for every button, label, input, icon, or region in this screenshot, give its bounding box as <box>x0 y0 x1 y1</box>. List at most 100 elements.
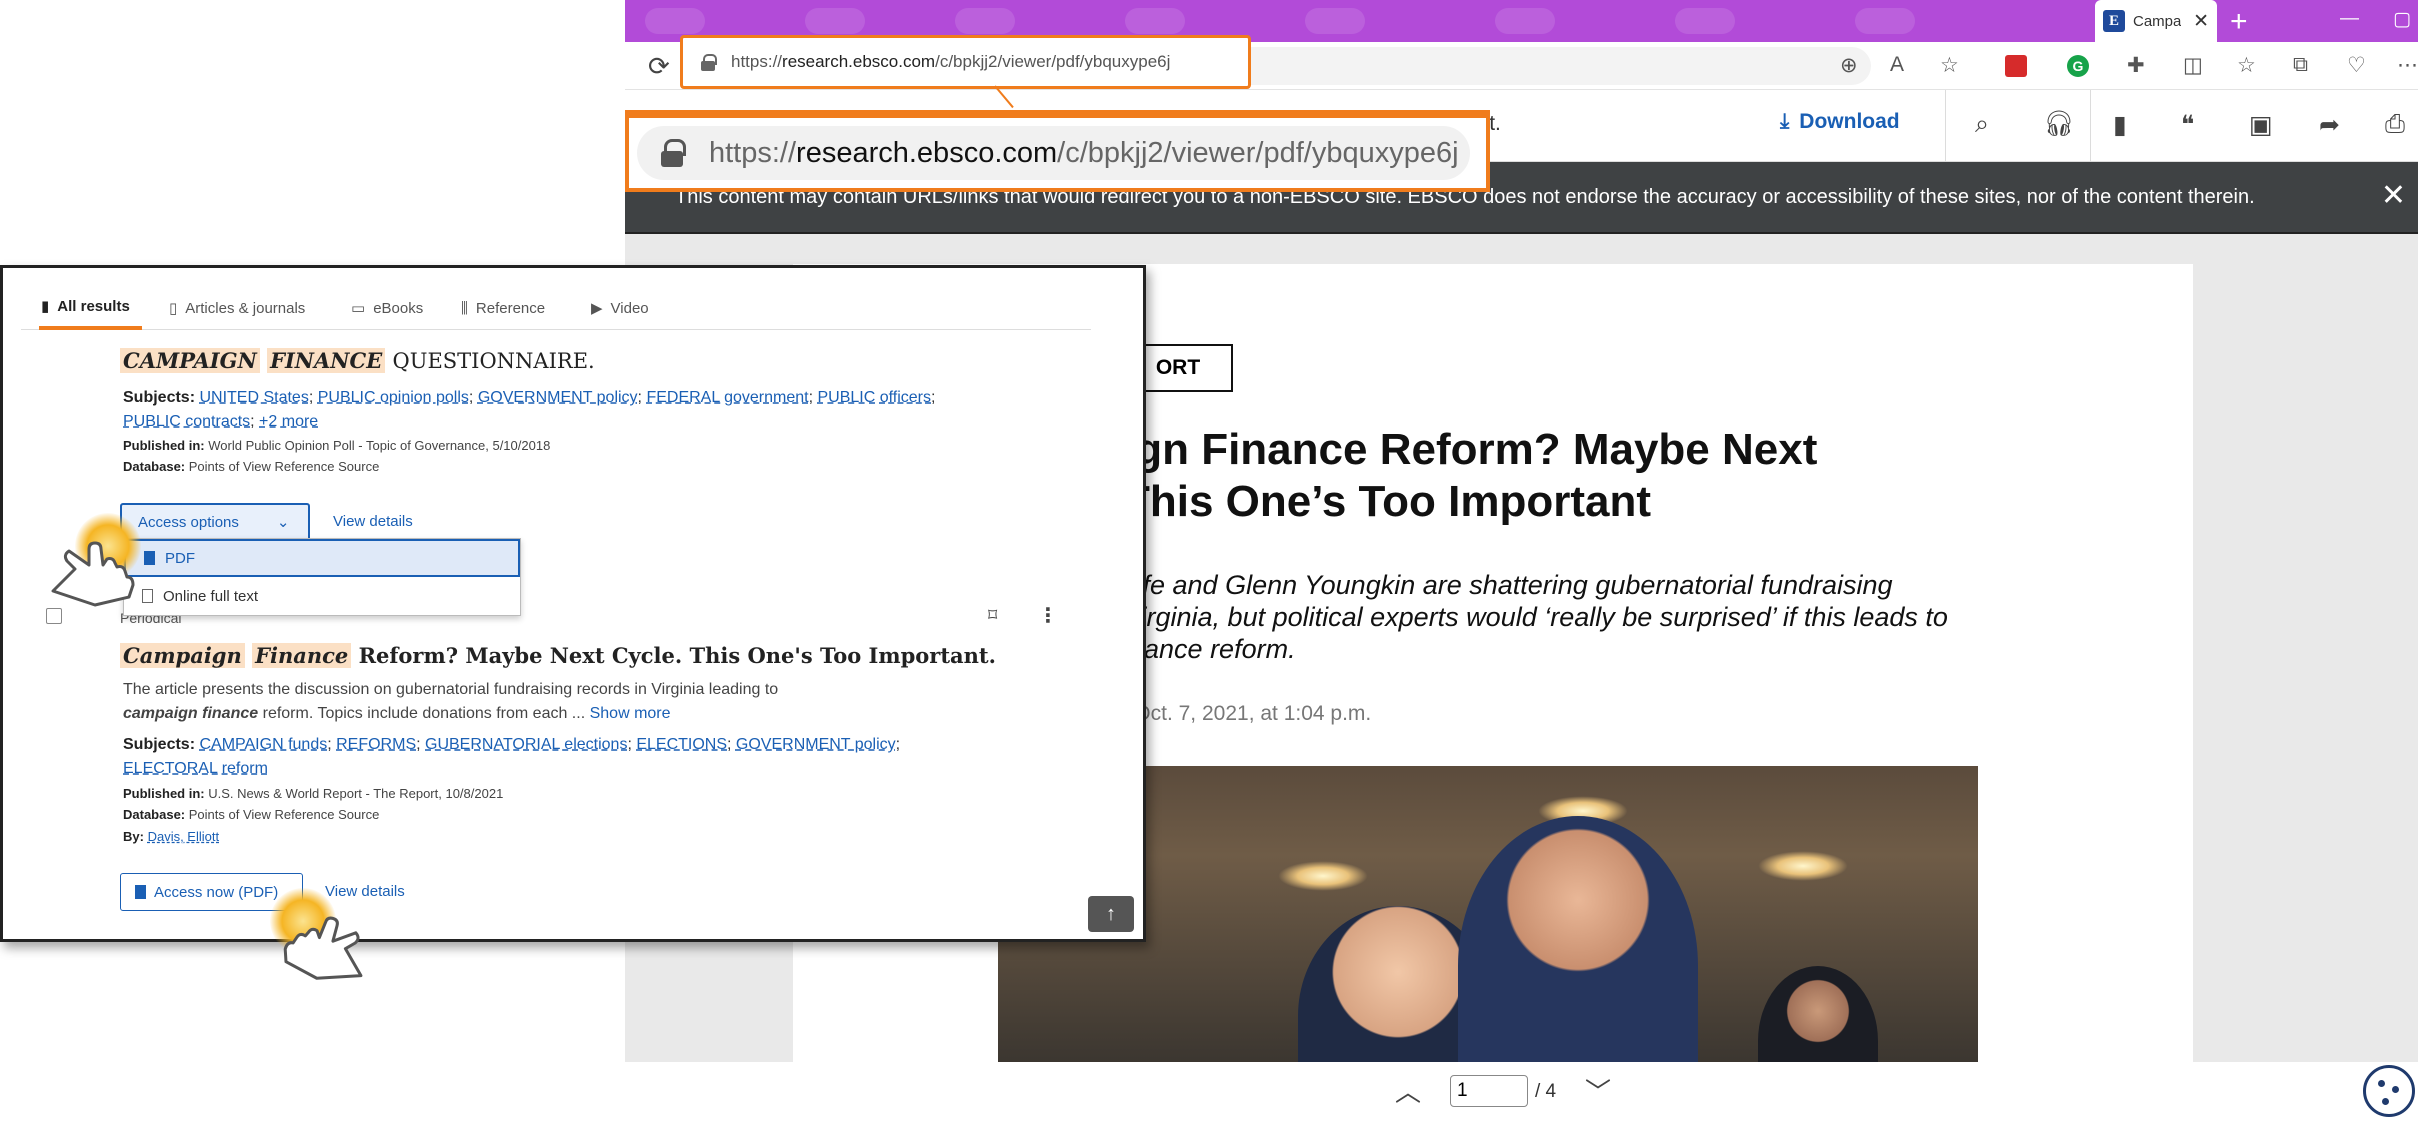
subject-link[interactable]: ELECTIONS <box>636 736 727 753</box>
record-title[interactable]: Campaign Finance Reform? Maybe Next Cycl… <box>120 643 996 668</box>
article-headline: ign Finance Reform? Maybe Next This One’… <box>1123 425 1818 526</box>
page-total: / 4 <box>1535 1081 1557 1102</box>
scroll-to-top-button[interactable]: ↑ <box>1088 896 1134 932</box>
record-description: The article presents the discussion on g… <box>123 681 779 722</box>
search-icon[interactable]: ⌕ <box>1975 110 1989 139</box>
record-published: Published in: World Public Opinion Poll … <box>123 438 551 453</box>
more-subjects-link[interactable]: +2 more <box>259 413 318 430</box>
play-icon: ▶ <box>591 300 603 317</box>
subject-link[interactable]: REFORMS <box>336 736 416 753</box>
ebsco-favicon-icon: E <box>2103 10 2125 32</box>
record-author: By: Davis, Elliott <box>123 829 220 844</box>
blurred-tab[interactable] <box>1305 8 1365 34</box>
minimize-icon[interactable]: — <box>2340 8 2359 30</box>
tab-articles-journals[interactable]: ▯ Articles & journals <box>169 286 305 330</box>
subject-link[interactable]: GOVERNMENT policy <box>478 389 638 406</box>
split-screen-icon[interactable]: ◫ <box>2183 53 2203 78</box>
next-page-icon[interactable]: ﹀ <box>1585 1072 1611 1109</box>
grammarly-icon[interactable]: G <box>2067 55 2089 77</box>
ebook-icon: ▭ <box>351 300 366 317</box>
subject-link[interactable]: PUBLIC contracts <box>123 413 250 430</box>
subject-link[interactable]: GUBERNATORIAL elections <box>425 736 627 753</box>
arrow-up-icon: ↑ <box>1106 902 1116 925</box>
record-subjects: Subjects: UNITED States; PUBLIC opinion … <box>123 389 936 430</box>
tab-video[interactable]: ▶ Video <box>591 286 649 330</box>
toolbar-divider <box>2090 90 2091 162</box>
tab-title: Campa <box>2133 12 2181 30</box>
read-aloud-icon[interactable]: A <box>1890 53 1904 77</box>
subject-link[interactable]: PUBLIC <box>817 389 875 406</box>
cite-quote-icon[interactable]: ❝ <box>2181 110 2194 140</box>
subject-link[interactable]: PUBLIC opinion polls <box>318 389 469 406</box>
more-menu-icon[interactable]: ⋯ <box>2397 53 2418 78</box>
record-title[interactable]: CAMPAIGN FINANCE QUESTIONNAIRE. <box>120 348 595 373</box>
zoom-icon[interactable]: ⊕ <box>1840 53 1858 78</box>
subject-link[interactable]: FEDERAL government <box>646 389 808 406</box>
favorite-star-icon[interactable]: ☆ <box>1940 53 1959 78</box>
click-hand-cursor-icon <box>35 505 155 625</box>
zoomed-url-callout: https://research.ebsco.com/c/bpkjj2/view… <box>625 110 1490 192</box>
blurred-tab[interactable] <box>805 8 865 34</box>
restore-icon[interactable]: ▢ <box>2393 8 2411 31</box>
blurred-tab[interactable] <box>1125 8 1185 34</box>
cookie-settings-icon[interactable] <box>2363 1065 2415 1117</box>
record-published: Published in: U.S. News & World Report -… <box>123 786 504 801</box>
previous-page-icon[interactable]: ︿ <box>1395 1072 1421 1109</box>
download-label: Download <box>1799 110 1900 133</box>
zoomed-url-text: https://research.ebsco.com/c/bpkjj2/view… <box>709 136 1459 169</box>
record-database: Database: Points of View Reference Sourc… <box>123 807 380 822</box>
active-tab[interactable]: E Campa ✕ <box>2095 0 2217 42</box>
book-icon: ▮ <box>41 298 50 315</box>
url-text: https://research.ebsco.com/c/bpkjj2/view… <box>731 52 1171 71</box>
click-hand-cursor-icon <box>270 880 390 1000</box>
bookmark-icon[interactable]: ⌑ <box>988 605 997 626</box>
page-navigator: ︿ / 4 ﹀ <box>625 1062 2418 1120</box>
show-more-link[interactable]: Show more <box>590 705 671 722</box>
share-icon[interactable]: ➦ <box>2319 110 2340 140</box>
blurred-tab[interactable] <box>645 8 705 34</box>
download-button[interactable]: ⤓ Download <box>1780 110 1900 134</box>
lock-icon[interactable] <box>701 54 717 71</box>
document-icon: ▯ <box>169 300 178 317</box>
menu-item-pdf[interactable]: PDF <box>124 539 520 577</box>
close-notice-icon[interactable]: ✕ <box>2381 178 2406 213</box>
print-icon[interactable]: ⎙ <box>2385 110 2405 139</box>
tab-reference[interactable]: ⫼ Reference <box>461 286 545 330</box>
blurred-tab[interactable] <box>1495 8 1555 34</box>
extension-red-icon[interactable] <box>2005 55 2027 77</box>
toolbar-divider <box>1945 90 1946 162</box>
view-details-link[interactable]: View details <box>333 513 413 530</box>
access-options-menu: PDF Online full text <box>123 538 521 616</box>
download-icon: ⤓ <box>1780 110 1790 133</box>
close-tab-icon[interactable]: ✕ <box>2193 10 2209 33</box>
tab-ebooks[interactable]: ▭ eBooks <box>351 286 423 330</box>
new-tab-icon[interactable]: + <box>2230 5 2248 39</box>
tab-all-results[interactable]: ▮ All results <box>39 286 142 330</box>
blurred-tab[interactable] <box>1855 8 1915 34</box>
subject-link[interactable]: GOVERNMENT policy <box>736 736 896 753</box>
reload-icon[interactable]: ⟳ <box>648 51 670 82</box>
extensions-puzzle-icon[interactable]: ✚ <box>2127 53 2145 78</box>
results-tabs: ▮ All results ▯ Articles & journals ▭ eB… <box>21 286 1091 330</box>
menu-item-online-full-text[interactable]: Online full text <box>124 577 520 615</box>
more-options-icon[interactable]: ⋮ <box>1038 603 1058 628</box>
page-number-input[interactable] <box>1450 1075 1528 1107</box>
add-to-folder-icon[interactable]: ▣ <box>2249 110 2273 140</box>
browser-essentials-icon[interactable]: ♡ <box>2347 53 2366 78</box>
blurred-tab[interactable] <box>955 8 1015 34</box>
subject-link[interactable]: officers <box>880 389 931 406</box>
collections-icon[interactable]: ⧉ <box>2293 53 2308 77</box>
subject-link[interactable]: ELECTORAL reform <box>123 760 268 777</box>
author-link[interactable]: Davis, Elliott <box>148 829 220 844</box>
bookmark-icon[interactable]: ▮ <box>2113 110 2127 140</box>
subject-link[interactable]: UNITED States <box>199 389 308 406</box>
search-results-panel: ▮ All results ▯ Articles & journals ▭ eB… <box>0 265 1146 942</box>
blurred-tab[interactable] <box>1675 8 1735 34</box>
chevron-down-icon: ⌄ <box>276 514 290 531</box>
url-highlight[interactable]: https://research.ebsco.com/c/bpkjj2/view… <box>680 35 1251 89</box>
listen-headphones-icon[interactable]: 🎧︎ <box>2043 110 2075 139</box>
record-database: Database: Points of View Reference Sourc… <box>123 459 380 474</box>
article-date: | Oct. 7, 2021, at 1:04 p.m. <box>1123 702 1372 725</box>
subject-link[interactable]: CAMPAIGN funds <box>199 736 327 753</box>
favorites-icon[interactable]: ☆ <box>2237 53 2256 78</box>
